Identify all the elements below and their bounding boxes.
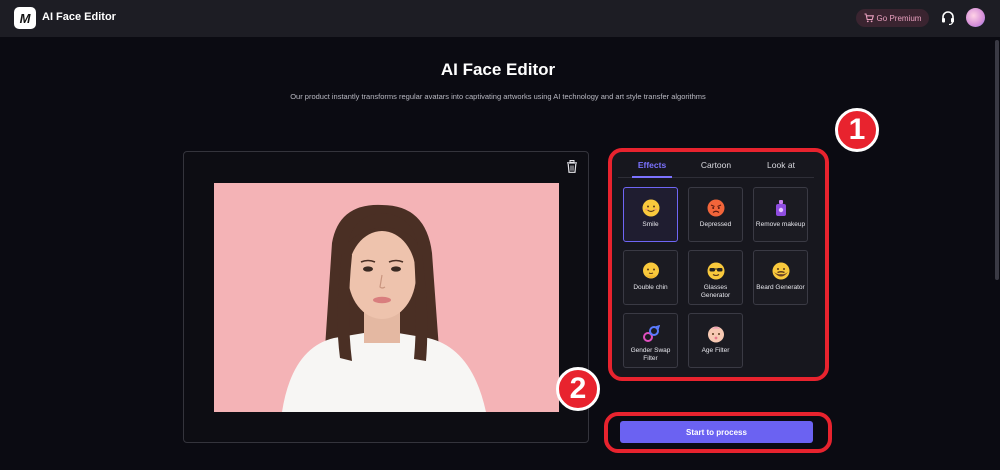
effect-label: Age Filter [701,347,730,354]
app-logo-icon[interactable]: M [14,7,36,29]
effect-glasses-generator[interactable]: Glasses Generator [688,250,743,305]
beard-emoji-icon [772,262,789,280]
page-subtitle: Our product instantly transforms regular… [290,92,706,101]
baby-face-icon [707,326,724,343]
effect-age-filter[interactable]: Age Filter [688,313,743,368]
start-to-process-button[interactable]: Start to process [620,421,813,443]
effect-beard-generator[interactable]: Beard Generator [753,250,808,305]
angry-emoji-icon [707,199,724,217]
effect-remove-makeup[interactable]: Remove makeup [753,187,808,242]
portrait-illustration [214,183,559,412]
page-title: AI Face Editor [440,60,556,79]
makeup-bottle-icon [775,200,786,216]
effect-label: Remove makeup [755,221,806,228]
smile-emoji-icon [642,199,659,217]
uploaded-portrait-image [214,183,559,412]
tab-cartoon[interactable]: Cartoon [686,160,746,170]
headset-support-icon[interactable] [940,10,956,26]
step-badge-2: 2 [556,367,600,411]
sunglasses-emoji-icon [707,262,724,280]
double-chin-emoji-icon [642,262,659,279]
effect-gender-swap-filter[interactable]: Gender Swap Filter [623,313,678,368]
go-premium-button[interactable]: Go Premium [856,9,929,27]
gender-swap-icon [642,325,660,342]
active-tab-indicator [632,176,672,178]
effect-label: Beard Generator [756,284,805,291]
effect-double-chin[interactable]: Double chin [623,250,678,305]
app-title[interactable]: AI Face Editor [42,11,116,23]
effect-label: Depressed [699,221,732,228]
go-premium-label: Go Premium [876,13,922,23]
effect-smile[interactable]: Smile [623,187,678,242]
tab-effects[interactable]: Effects [622,160,682,170]
user-avatar[interactable] [966,8,985,27]
effect-label: Glasses Generator [700,284,731,299]
effect-depressed[interactable]: Depressed [688,187,743,242]
effect-label: Smile [642,221,659,228]
effect-label: Double chin [633,284,668,291]
tab-look-at[interactable]: Look at [751,160,811,170]
top-bar: M AI Face Editor Go Premium [0,0,1000,37]
cart-icon [864,13,874,23]
trash-icon[interactable] [566,160,578,173]
effect-label: Gender Swap Filter [630,347,671,362]
effect-tabs: Effects Cartoon Look at [618,156,814,178]
step-badge-1: 1 [835,108,879,152]
